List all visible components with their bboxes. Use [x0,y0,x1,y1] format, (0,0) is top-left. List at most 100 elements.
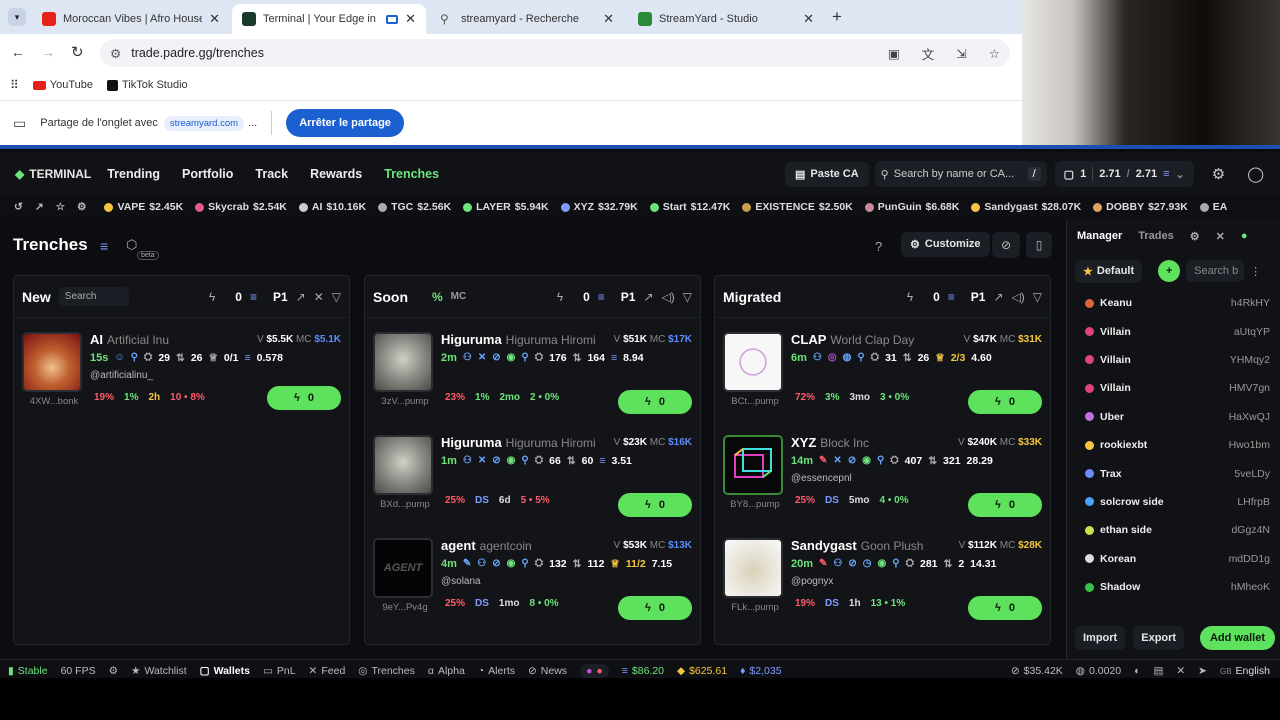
bookmark-star-icon[interactable]: ☆ [989,46,1000,61]
language-select[interactable]: GB English [1220,665,1270,677]
browser-tab-1[interactable]: Moroccan Vibes | Afro House C ✕ [32,4,230,34]
bookmark-icon[interactable]: ▯ [1026,232,1052,258]
address-bar[interactable]: ⚙ trade.padre.gg/trenches ▣ 文 ⇲ ☆ [100,39,1010,67]
settings-gear-icon[interactable]: ⚙ [1212,165,1225,183]
token-address[interactable]: 3zV...pump [373,396,437,407]
preset-button[interactable]: P1 [273,290,288,304]
status-pnl[interactable]: ▭ PnL [263,665,296,677]
mc-toggle[interactable]: MC [451,291,467,302]
link-icon[interactable]: ⊘ [492,352,500,363]
link-icon[interactable]: ⊘ [492,558,500,569]
token-social[interactable]: @solana [441,576,481,587]
token-card[interactable]: BY8...pump XYZ Block Inc V $240K MC $33K … [715,429,1050,531]
token-card[interactable]: 3zV...pump Higuruma Higuruma Hiromi V $51… [365,326,700,428]
link-icon[interactable]: ⊘ [492,455,500,466]
star-icon[interactable]: ☆ [56,201,65,213]
browser-tab-2[interactable]: Terminal | Your Edge in Me ✕ [232,4,426,34]
wallet-balance-dropdown[interactable]: ▢ 1 2.71 / 2.71 ≡ ⌄ [1054,161,1194,187]
close-icon[interactable]: ✕ [209,11,220,27]
link-icon[interactable]: ⊘ [848,455,856,466]
bell-icon[interactable]: ● [1241,230,1248,242]
nav-trending[interactable]: Trending [107,167,160,181]
token-address[interactable]: BXd...pump [373,499,437,510]
search-icon[interactable]: ⚲ [877,455,884,466]
nav-rewards[interactable]: Rewards [310,167,362,181]
chart-icon[interactable]: ↗ [993,290,1003,304]
wallet-row[interactable]: Shadow hMheoK [1067,573,1280,601]
gear-icon[interactable]: ⚙ [77,201,86,213]
quick-buy-button[interactable]: ϟ0 [968,596,1042,620]
telegram-icon[interactable]: ➤ [1198,665,1207,677]
chat-icon[interactable]: ◉ [862,455,871,466]
search-box[interactable]: ⚲ Search by name or CA... / [874,161,1047,187]
nav-track[interactable]: Track [255,167,288,181]
quick-buy-button[interactable]: ϟ0 [618,596,692,620]
back-icon[interactable]: ← [11,44,25,60]
ticker-item[interactable]: XYZ $32.79K [560,201,638,213]
ticker-item[interactable]: PunGuin $6.68K [864,201,959,213]
quick-buy-button[interactable]: ϟ0 [618,390,692,414]
search-icon[interactable]: ⚲ [857,352,864,363]
solana-icon[interactable]: ≡ [100,238,108,254]
wallet-row[interactable]: Korean mdDD1g [1067,545,1280,573]
stop-sharing-button[interactable]: Arrêter le partage [286,109,404,137]
status-feed[interactable]: ✕ Feed [309,665,346,677]
ticker-item[interactable]: Start $12.47K [649,201,730,213]
browser-tab-4[interactable]: StreamYard - Studio ✕ [628,4,824,34]
ticker-item[interactable]: LAYER $5.94K [463,201,549,213]
chart-icon[interactable]: ↗ [296,290,306,304]
preset-select[interactable]: ★ Default [1075,259,1143,283]
nav-trenches[interactable]: Trenches [384,167,439,181]
column-search-input[interactable]: Search [58,287,129,306]
wallet-row[interactable]: rookiexbt Hwo1bm [1067,431,1280,459]
export-button[interactable]: Export [1133,626,1185,650]
quick-buy-amount[interactable]: 0 [235,290,242,304]
preset-button[interactable]: P1 [971,290,986,304]
token-address[interactable]: BCt...pump [723,396,787,407]
status-trenches[interactable]: ◎ Trenches [358,665,415,677]
token-address[interactable]: 4XW...bonk [22,396,86,407]
chat-icon[interactable]: ◉ [507,352,516,363]
ticker-item[interactable]: AI $10.16K [298,201,366,213]
translate-icon[interactable]: 文 [922,44,935,63]
instagram-icon[interactable]: ◎ [828,352,837,363]
token-social[interactable]: @pognyx [791,576,833,587]
search-icon[interactable]: ⚲ [521,455,528,466]
wallet-row[interactable]: solcrow side LHfrpB [1067,488,1280,516]
token-address[interactable]: BY8...pump [723,499,787,510]
token-card[interactable]: FLk...pump Sandygast Goon Plush V $112K M… [715,532,1050,634]
quick-buy-button[interactable]: ϟ0 [968,493,1042,517]
bookmark-tiktok-studio[interactable]: TikTok Studio [107,79,188,91]
mute-icon[interactable]: ✕ [1216,230,1225,243]
install-icon[interactable]: ⇲ [956,46,966,61]
token-card[interactable]: BXd...pump Higuruma Higuruma Hiromi V $23… [365,429,700,531]
token-card[interactable]: 4XW...bonk AI Artificial Inu V $5.5K MC $… [14,326,349,428]
x-icon[interactable]: ✕ [478,455,486,466]
quick-buy-button[interactable]: ϟ0 [618,493,692,517]
gear-icon[interactable]: ⚙ [1190,230,1200,243]
wallet-row[interactable]: Uber HaXwQJ [1067,403,1280,431]
chat-icon[interactable]: ◉ [878,558,887,569]
chat-icon[interactable]: ◉ [507,455,516,466]
add-icon[interactable]: + [1158,260,1181,282]
wallet-row[interactable]: Villain aUtqYP [1067,317,1280,345]
wallet-search-input[interactable]: Search b [1186,260,1245,282]
percent-toggle[interactable]: % [432,290,443,304]
status-watchlist[interactable]: ★ Watchlist [131,665,187,677]
history-icon[interactable]: ↺ [14,201,23,213]
ticker-item[interactable]: TGC $2.56K [378,201,451,213]
help-icon[interactable]: ? [875,239,882,254]
ticker-item[interactable]: EA [1199,201,1227,213]
ticker-item[interactable]: VAPE $2.45K [104,201,183,213]
chart-icon[interactable]: ↗ [643,290,653,304]
ticker-item[interactable]: Sandygast $28.07K [971,201,1081,213]
new-tab-icon[interactable]: + [832,7,842,27]
quick-buy-amount[interactable]: 0 [583,290,590,304]
tab-manager[interactable]: Manager [1077,230,1122,242]
token-address[interactable]: 9eY...Pv4g [373,602,437,613]
import-button[interactable]: Import [1075,626,1126,650]
x-icon[interactable]: ✕ [1176,665,1185,677]
filter-icon[interactable]: ▽ [332,290,341,304]
bookmark-youtube[interactable]: YouTube [32,79,93,91]
brand-logo[interactable]: ◆ TERMINAL [15,167,91,181]
